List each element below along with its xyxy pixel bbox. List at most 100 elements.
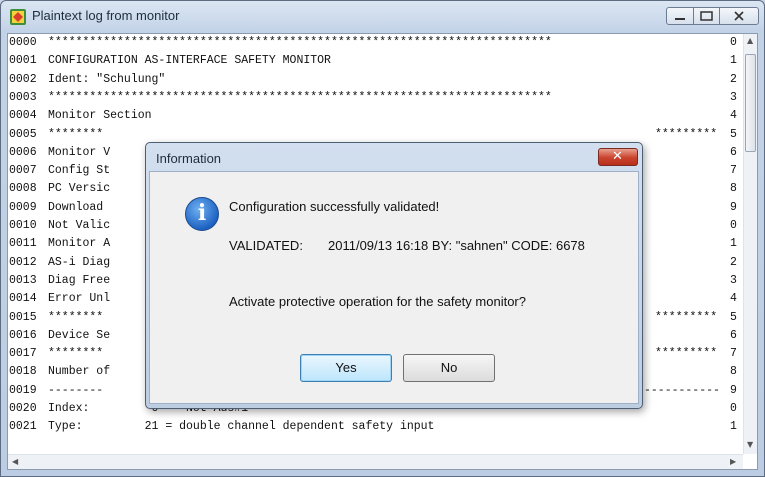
log-line-marker: 3 [730,90,737,104]
log-line-text: Device Se [48,328,111,342]
log-line: 0001 CONFIGURATION AS-INTERFACE SAFETY MO… [8,54,744,69]
scroll-right-icon[interactable]: ▶ [730,457,736,466]
log-line: 0005 ******** 5 [8,128,744,143]
log-line-text: Monitor A [48,237,111,251]
validated-info: 2011/09/13 16:18 BY: "sahnen" CODE: 6678 [328,238,585,253]
log-line-text: Diag Free [48,273,111,287]
log-line-text: ****************************************… [48,36,552,49]
log-line-text: AS-i Diag [48,255,111,269]
log-line-marker: 0 [730,36,737,49]
log-line-tail: ----------- [644,383,720,397]
log-line-number: 0004 [9,109,37,123]
scroll-down-icon[interactable]: ▼ [747,440,753,449]
log-line-number: 0013 [9,273,37,287]
log-line-marker: 1 [730,54,737,68]
log-line-number: 0007 [9,164,37,178]
log-line: 0000 ************************************… [8,36,744,51]
dialog-close-button[interactable]: ✕ [598,148,638,166]
log-line-number: 0015 [9,310,37,324]
log-line-tail: ********* [655,127,718,141]
log-line-marker: 1 [730,237,737,251]
horizontal-scrollbar[interactable]: ◀ ▶ [8,454,743,469]
log-line-text: Config St [48,164,111,178]
log-line-marker: 8 [730,365,737,379]
log-line-number: 0003 [9,90,37,104]
log-line-text: Monitor Section [48,109,152,123]
scroll-up-icon[interactable]: ▲ [747,36,753,45]
log-line-marker: 9 [730,383,737,397]
log-line-text: Not Valic [48,219,111,232]
log-line-text: ****************************************… [48,90,552,104]
yes-button[interactable]: Yes [300,354,392,382]
log-line-marker: 2 [730,72,737,86]
log-line-text: Download [48,200,104,214]
log-line-text: PC Versic [48,182,111,196]
log-line-marker: 7 [730,164,737,178]
log-line: 0004 Monitor Section 4 [8,109,744,124]
log-line-text: Monitor V [48,145,111,159]
log-line-text: Error Unl [48,292,111,306]
close-icon [734,11,744,21]
log-line-text: Number of [48,365,111,379]
app-icon [10,9,26,25]
log-line-number: 0010 [9,219,37,232]
log-line-marker: 0 [730,219,737,232]
log-line: 0002 Ident: "Schulung" 2 [8,73,744,88]
log-line-number: 0021 [9,420,37,434]
minimize-icon [675,18,685,20]
log-line-number: 0005 [9,127,37,141]
log-line-number: 0000 [9,36,37,49]
log-line-number: 0014 [9,292,37,306]
log-line-marker: 9 [730,200,737,214]
scroll-thumb[interactable] [745,54,756,152]
log-line-number: 0016 [9,328,37,342]
log-line-marker: 1 [730,420,737,434]
log-line-number: 0001 [9,54,37,68]
scroll-left-icon[interactable]: ◀ [12,457,18,466]
vertical-scrollbar[interactable]: ▲ ▼ [743,34,757,454]
no-button[interactable]: No [403,354,495,382]
log-line-text: -------- [48,383,104,397]
log-line-number: 0008 [9,182,37,196]
log-line-text: ******** [48,127,104,141]
dialog-message: Configuration successfully validated! [229,199,440,214]
log-line-tail: ********* [655,347,718,361]
info-icon: i [185,197,219,231]
log-line-marker: 2 [730,255,737,269]
log-window: Plaintext log from monitor 0000 *********… [0,0,765,477]
log-line-text: ******** [48,347,104,361]
validated-label: VALIDATED: [229,238,303,253]
log-line-text: ******** [48,310,104,324]
maximize-button[interactable] [693,7,720,25]
log-line-number: 0009 [9,200,37,214]
log-line-number: 0018 [9,365,37,379]
log-line-marker: 4 [730,109,737,123]
log-line-marker: 3 [730,273,737,287]
title-bar[interactable]: Plaintext log from monitor [1,1,764,33]
log-line: 0003 ************************************… [8,91,744,106]
log-line-number: 0002 [9,72,37,86]
close-icon: ✕ [612,149,623,164]
log-line-number: 0011 [9,237,37,251]
log-line-number: 0006 [9,145,37,159]
maximize-icon [700,11,713,21]
log-line-number: 0012 [9,255,37,269]
log-line-tail: ********* [655,310,718,324]
log-line-text: CONFIGURATION AS-INTERFACE SAFETY MONITO… [48,54,331,68]
dialog-title: Information [156,151,222,166]
log-line-marker: 8 [730,182,737,196]
log-line-marker: 4 [730,292,737,306]
log-line-marker: 6 [730,145,737,159]
minimize-button[interactable] [666,7,694,25]
log-line-marker: 0 [730,402,737,415]
information-dialog: Information ✕ i Configuration successful… [145,142,643,409]
log-line-text: Type: 21 = double channel dependent safe… [48,420,435,434]
window-title: Plaintext log from monitor [32,8,180,23]
dialog-question: Activate protective operation for the sa… [229,294,526,309]
window-close-button[interactable] [719,7,759,25]
dialog-body: i Configuration successfully validated! … [149,171,639,404]
log-line-number: 0017 [9,347,37,361]
log-line-number: 0020 [9,402,37,415]
log-line-number: 0019 [9,383,37,397]
log-line-text: Ident: "Schulung" [48,72,166,86]
